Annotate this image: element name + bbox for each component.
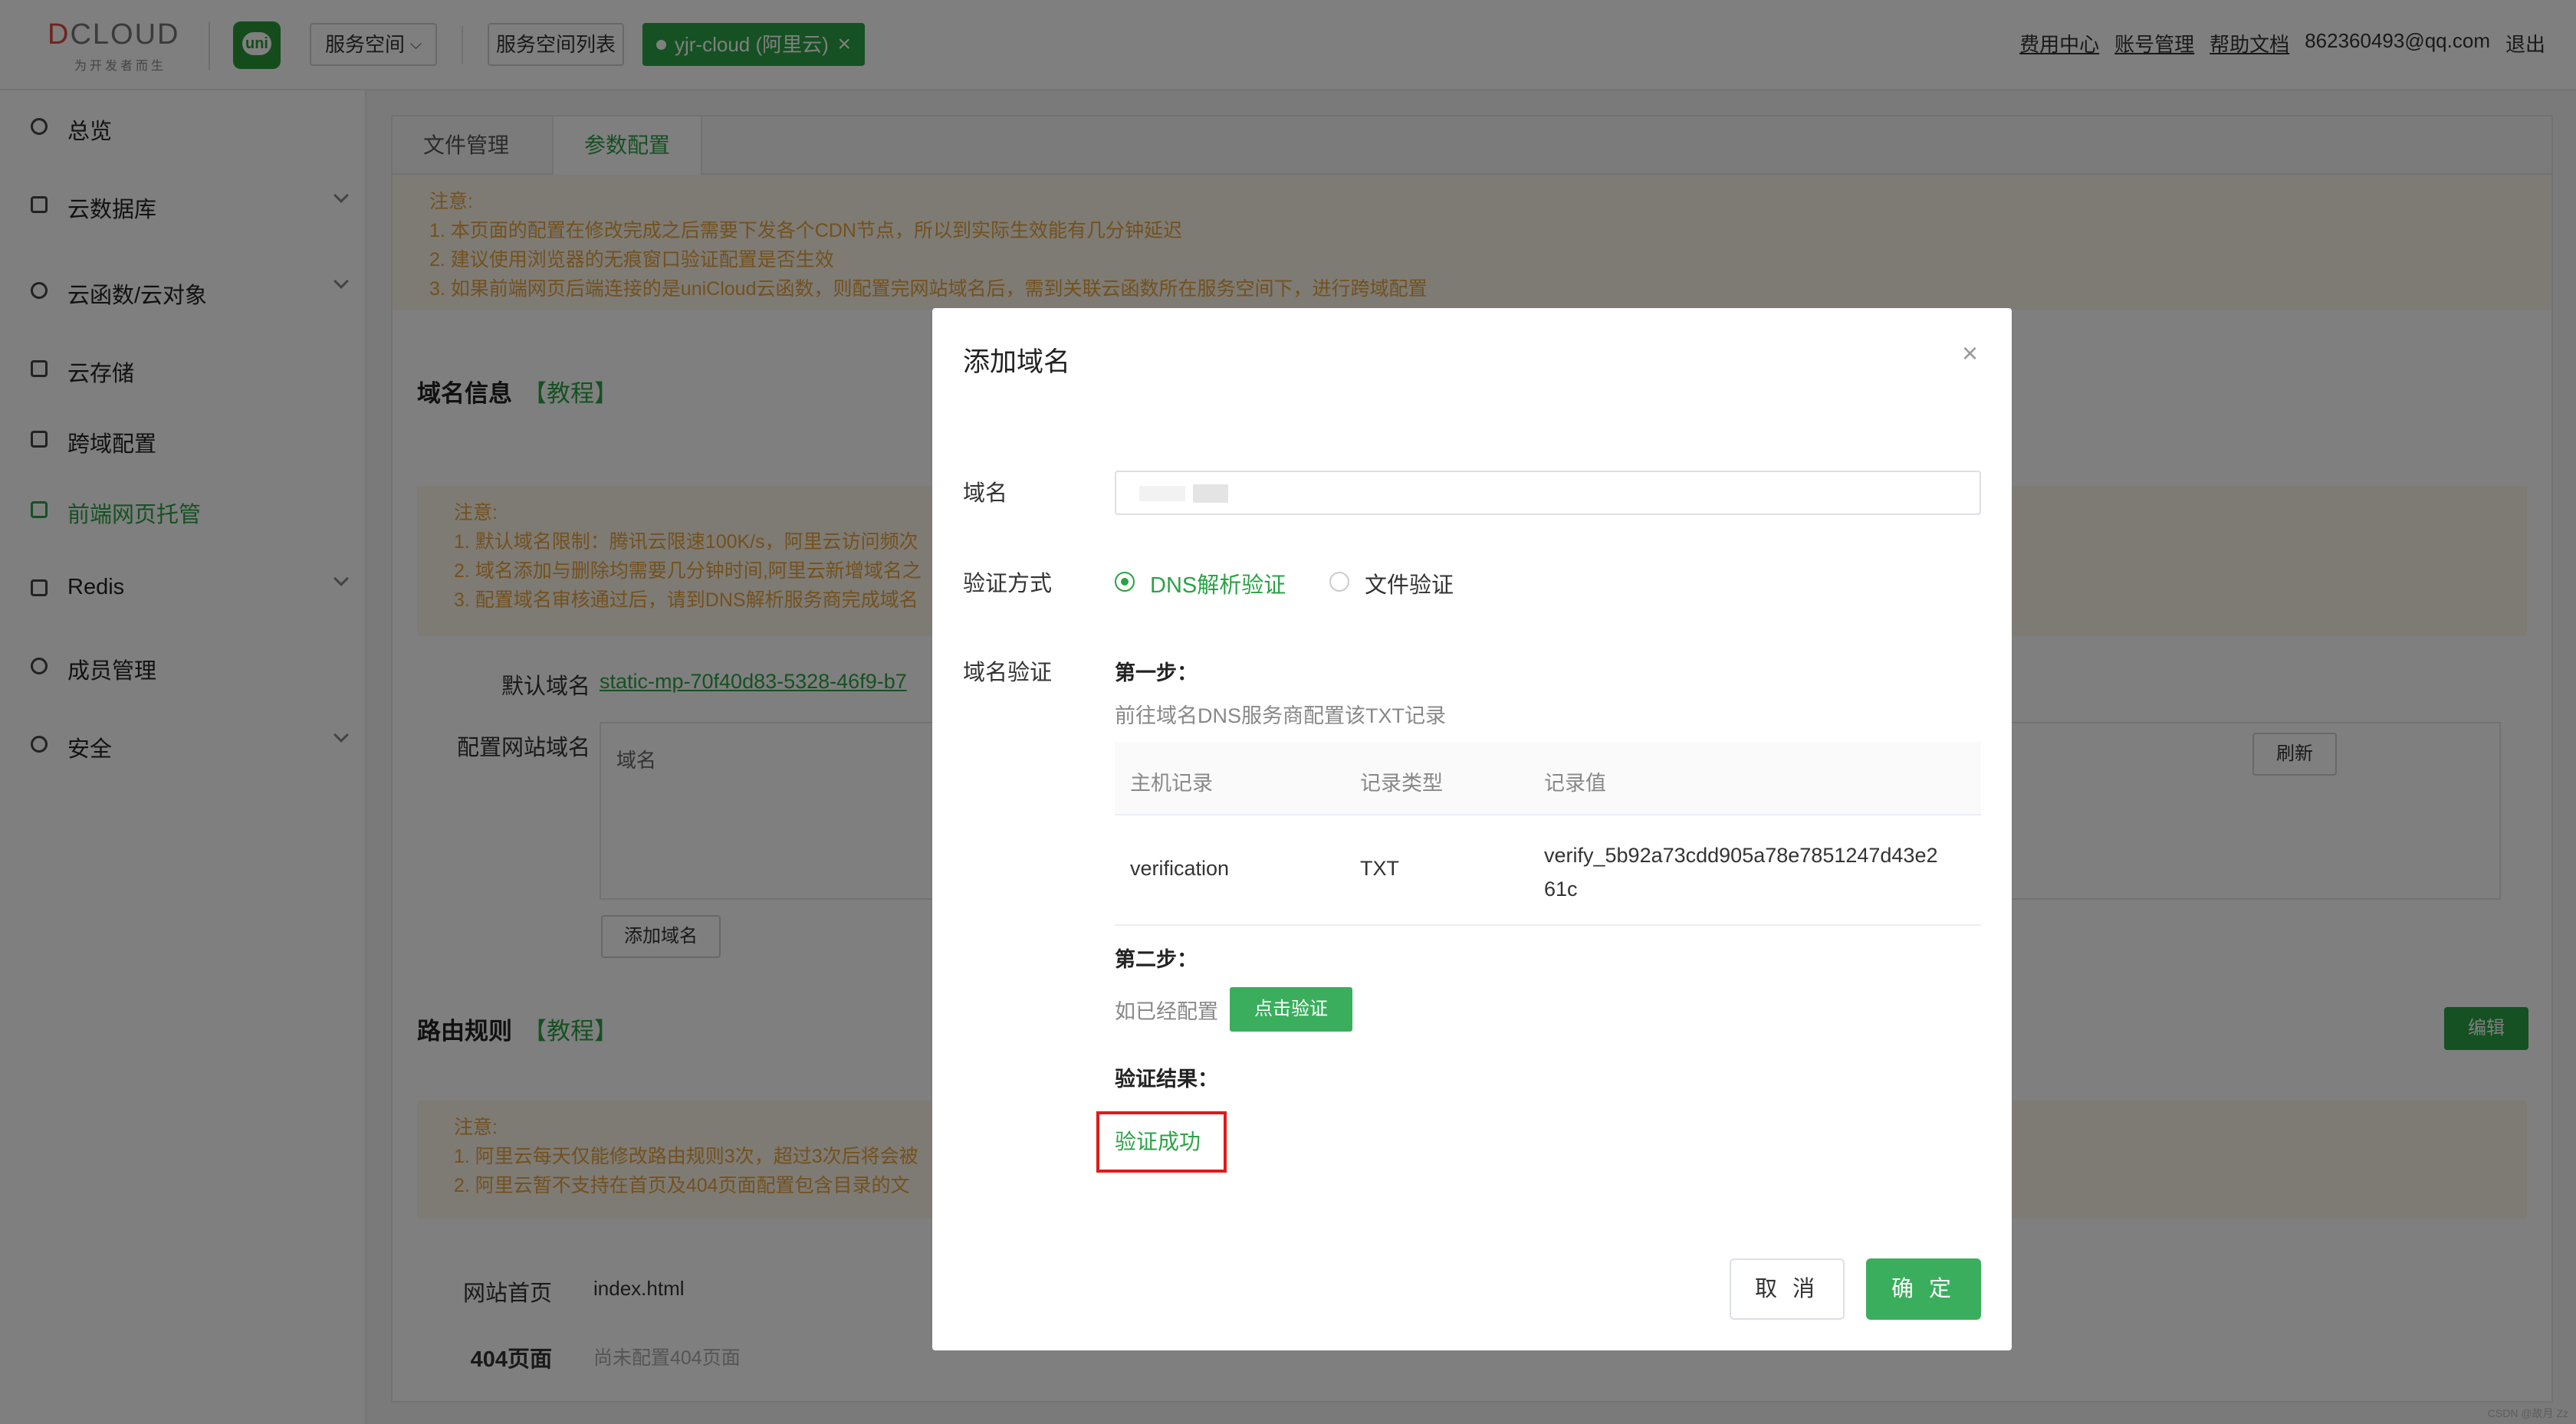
col-value: 记录值 [1544, 772, 1606, 795]
dialog-title: 添加域名 [963, 347, 1071, 377]
add-domain-dialog: 添加域名 × 域名 验证方式 DNS解析验证 文件验证 域名验证 第一步： 前往… [932, 308, 2012, 1350]
table-header: 主机记录 记录类型 记录值 [1115, 742, 1981, 815]
cancel-button[interactable]: 取 消 [1730, 1258, 1845, 1320]
radio-checked-icon [1115, 572, 1135, 592]
domain-label: 域名 [963, 481, 1008, 506]
col-host: 主机记录 [1130, 772, 1213, 795]
confirm-button[interactable]: 确 定 [1866, 1258, 1981, 1320]
record-host: verification [1130, 857, 1230, 880]
result-title: 验证结果： [1115, 1068, 1218, 1091]
step-two-title: 第二步： [1115, 948, 1198, 971]
close-icon[interactable]: × [1962, 337, 1978, 369]
step-two-hint: 如已经配置 [1115, 1000, 1218, 1023]
table-row: verification TXT verify_5b92a73cdd905a78… [1115, 815, 1981, 926]
click-verify-button[interactable]: 点击验证 [1230, 987, 1352, 1032]
step-one-hint: 前往域名DNS服务商配置该TXT记录 [1115, 704, 1446, 727]
domain-input[interactable] [1115, 471, 1981, 515]
record-value: verify_5b92a73cdd905a78e7851247d43e2 61c [1544, 844, 1938, 901]
verify-method-label: 验证方式 [963, 572, 1053, 596]
domain-verify-label: 域名验证 [963, 661, 1053, 685]
record-type: TXT [1360, 857, 1399, 880]
col-type: 记录类型 [1360, 772, 1443, 795]
radio-unchecked-icon [1329, 572, 1349, 592]
masked-text [1193, 484, 1228, 503]
verify-result: 验证成功 [1115, 1130, 1201, 1153]
step-one-title: 第一步： [1115, 661, 1198, 684]
masked-text [1139, 486, 1185, 501]
txt-record-table: 主机记录 记录类型 记录值 verification TXT verify_5b… [1115, 742, 1981, 926]
